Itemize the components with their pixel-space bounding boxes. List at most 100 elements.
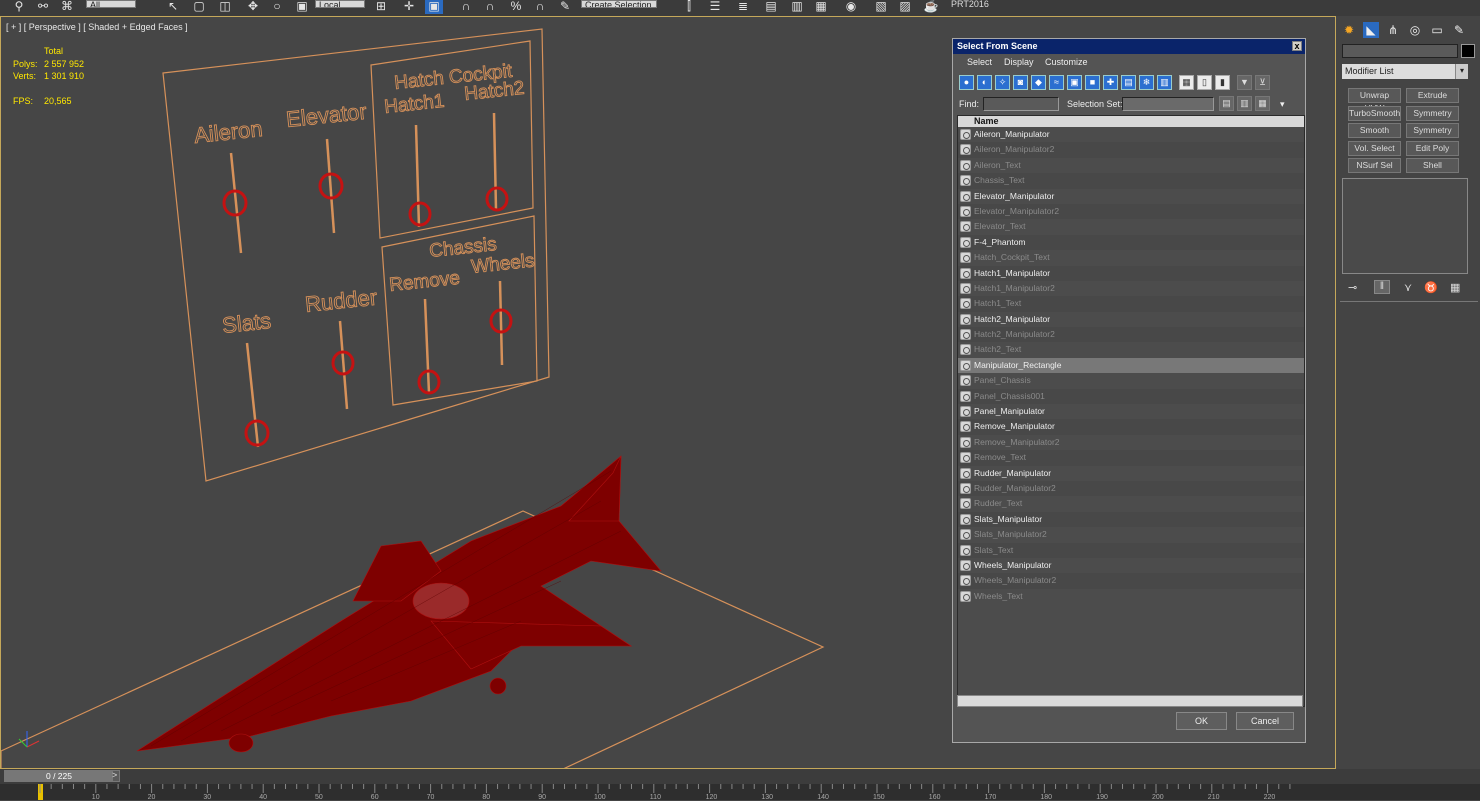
rendered-frame-window-icon[interactable]: ▨ <box>896 0 914 14</box>
list-item[interactable]: Panel_Chassis001 <box>958 388 1304 405</box>
display-lights-icon[interactable]: ✧ <box>995 75 1010 90</box>
cancel-button[interactable]: Cancel <box>1236 712 1294 730</box>
spinner-snap-icon[interactable]: ∩ <box>531 0 549 14</box>
modifier-button[interactable]: Symmetry <box>1406 105 1459 121</box>
modifier-button[interactable]: Extrude <box>1406 88 1459 103</box>
select-region-icon[interactable]: ▢ <box>190 0 208 14</box>
list-item[interactable]: Panel_Manipulator <box>958 404 1304 419</box>
pivot-icon[interactable]: ⊞ <box>372 0 390 14</box>
display-helpers-icon[interactable]: ◆ <box>1031 75 1046 90</box>
horizontal-scrollbar[interactable] <box>957 695 1303 707</box>
filter-options-icon[interactable]: ⊻ <box>1255 75 1270 90</box>
find-input[interactable] <box>983 97 1059 111</box>
ok-button[interactable]: OK <box>1176 712 1227 730</box>
bind-spacewarp-icon[interactable]: ⌘ <box>58 0 76 14</box>
list-item[interactable]: Hatch_Cockpit_Text <box>958 250 1304 265</box>
selection-filter-dropdown[interactable]: All <box>86 0 136 8</box>
move-icon[interactable]: ✥ <box>244 0 262 14</box>
next-frame-icon[interactable]: > <box>112 770 117 780</box>
select-object-icon[interactable]: ↖ <box>164 0 182 14</box>
dialog-title-bar[interactable]: Select From Scene x <box>953 39 1305 54</box>
curve-editor-icon[interactable]: ▥ <box>788 0 806 14</box>
menu-display[interactable]: Display <box>1004 57 1034 67</box>
hierarchy-tab-icon[interactable]: ⋔ <box>1385 22 1401 38</box>
list-item[interactable]: Slats_Manipulator2 <box>958 527 1304 542</box>
list-item[interactable]: F-4_Phantom <box>958 234 1304 251</box>
mirror-icon[interactable]: ⫿ <box>680 0 698 14</box>
list-item[interactable]: Aileron_Manipulator <box>958 127 1304 142</box>
object-color-swatch[interactable] <box>1461 44 1475 58</box>
list-item[interactable]: Aileron_Text <box>958 158 1304 173</box>
display-invert-icon[interactable]: ▮ <box>1215 75 1230 90</box>
remove-modifier-icon[interactable]: ♉ <box>1424 281 1438 294</box>
list-item[interactable]: Hatch2_Manipulator2 <box>958 327 1304 343</box>
display-frozen-icon[interactable]: ❄ <box>1139 75 1154 90</box>
list-item[interactable]: Wheels_Manipulator <box>958 558 1304 573</box>
menu-select[interactable]: Select <box>967 57 992 67</box>
list-item[interactable]: Slats_Manipulator <box>958 511 1304 528</box>
remove-from-selection-set-icon[interactable]: ▦ <box>1255 96 1270 111</box>
schematic-view-icon[interactable]: ▦ <box>812 0 830 14</box>
list-item[interactable]: Rudder_Manipulator2 <box>958 480 1304 497</box>
modifier-stack[interactable] <box>1342 178 1468 274</box>
list-item[interactable]: Elevator_Manipulator2 <box>958 203 1304 220</box>
make-unique-icon[interactable]: ⋎ <box>1404 281 1412 294</box>
reference-coordinate-dropdown[interactable]: Local <box>315 0 365 8</box>
keyboard-shortcut-override-icon[interactable]: ▣ <box>425 0 443 14</box>
list-item[interactable]: Elevator_Text <box>958 219 1304 234</box>
modifier-button[interactable]: Smooth <box>1348 123 1401 138</box>
display-cameras-icon[interactable]: ◙ <box>1013 75 1028 90</box>
render-setup-icon[interactable]: ▧ <box>872 0 890 14</box>
list-item[interactable]: Aileron_Manipulator2 <box>958 142 1304 158</box>
align-icon[interactable]: ☰ <box>706 0 724 14</box>
render-production-icon[interactable]: ☕ <box>922 0 940 14</box>
percent-snap-icon[interactable]: % <box>507 0 525 14</box>
list-item[interactable]: Hatch2_Text <box>958 342 1304 357</box>
list-item[interactable]: Hatch1_Manipulator <box>958 265 1304 281</box>
list-item[interactable]: Panel_Chassis <box>958 373 1304 388</box>
display-spacewarps-icon[interactable]: ≈ <box>1049 75 1064 90</box>
modifier-button[interactable]: Unwrap UVW <box>1348 88 1401 113</box>
unlink-icon[interactable]: ⚯ <box>34 0 52 14</box>
window-crossing-icon[interactable]: ◫ <box>216 0 234 14</box>
link-icon[interactable]: ⚲ <box>10 0 28 14</box>
list-item[interactable]: Elevator_Manipulator <box>958 189 1304 204</box>
chevron-down-icon[interactable]: ▾ <box>1280 99 1285 110</box>
pin-stack-icon[interactable]: ⊸ <box>1348 281 1357 294</box>
rotate-icon[interactable]: ○ <box>268 0 286 14</box>
utilities-tab-icon[interactable]: ✎ <box>1451 22 1467 38</box>
list-item[interactable]: Hatch1_Text <box>958 296 1304 312</box>
list-item[interactable]: Wheels_Text <box>958 589 1304 604</box>
list-item[interactable]: Manipulator_Rectangle <box>958 357 1304 374</box>
scale-icon[interactable]: ▣ <box>293 0 311 14</box>
chevron-down-icon[interactable]: ▾ <box>1455 64 1468 79</box>
track-bar[interactable]: 10 20 30 40 50 60 70 80 90 100 110 120 130 140 150 160 1… <box>0 784 1480 801</box>
modifier-button[interactable]: Symmetry <box>1406 123 1459 138</box>
list-item[interactable]: Rudder_Text <box>958 496 1304 511</box>
modifier-button[interactable]: NSurf Sel <box>1348 158 1401 173</box>
display-bones-icon[interactable]: ✚ <box>1103 75 1118 90</box>
motion-tab-icon[interactable]: ◎ <box>1407 22 1423 38</box>
list-item[interactable]: Hatch2_Manipulator <box>958 312 1304 327</box>
time-slider-thumb[interactable]: 0 / 225 <box>5 771 113 781</box>
select-manipulate-icon[interactable]: ✛ <box>400 0 418 14</box>
layer-manager-icon[interactable]: ≣ <box>734 0 752 14</box>
list-item[interactable]: Wheels_Manipulator2 <box>958 573 1304 589</box>
edit-named-selection-icon[interactable]: ✎ <box>556 0 574 14</box>
modifier-button[interactable]: Vol. Select <box>1348 140 1401 156</box>
time-slider[interactable]: 0 / 225 <box>4 770 120 782</box>
filter-icon[interactable]: ▼ <box>1237 75 1252 90</box>
list-item[interactable]: Remove_Text <box>958 450 1304 466</box>
display-geometry-icon[interactable]: ● <box>959 75 974 90</box>
list-item[interactable]: Rudder_Manipulator <box>958 466 1304 481</box>
display-tab-icon[interactable]: ▭ <box>1429 22 1445 38</box>
modify-tab-icon[interactable]: ◣ <box>1363 22 1379 38</box>
snaps-toggle-icon[interactable]: ∩ <box>457 0 475 14</box>
angle-snap-icon[interactable]: ∩ <box>481 0 499 14</box>
list-item[interactable]: Remove_Manipulator2 <box>958 435 1304 450</box>
graphite-ribbon-icon[interactable]: ▤ <box>762 0 780 14</box>
list-item[interactable]: Remove_Manipulator <box>958 419 1304 435</box>
modifier-list-dropdown[interactable]: Modifier List <box>1342 64 1468 79</box>
display-all-icon[interactable]: ▦ <box>1179 75 1194 90</box>
configure-modifier-sets-icon[interactable]: ▦ <box>1450 281 1460 294</box>
